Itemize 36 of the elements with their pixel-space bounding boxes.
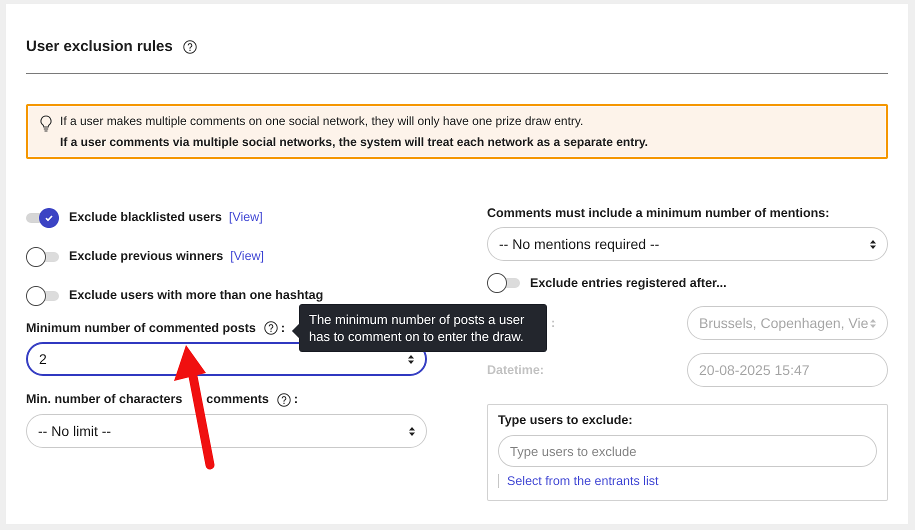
sort-arrows-icon bbox=[870, 240, 876, 249]
toggle-switch[interactable] bbox=[26, 286, 59, 306]
toggle-label: Exclude blacklisted users bbox=[69, 209, 222, 226]
field-label: Comments must include a minimum number of mentions: bbox=[487, 204, 830, 222]
select-field[interactable]: -- No mentions required -- bbox=[487, 227, 888, 262]
toggle-label: Exclude entries registered after... bbox=[530, 274, 727, 292]
entrants-list-link[interactable]: Select from the entrants list bbox=[507, 472, 658, 491]
notice-text: If a user comments via multiple social networks, the system will treat each network as a separate entry. bbox=[60, 134, 648, 150]
section-title: User exclusion rules bbox=[26, 37, 173, 57]
field-label: comments bbox=[206, 391, 269, 408]
toggle-label: Exclude users with more than one hashtag bbox=[69, 287, 324, 304]
sort-arrows-icon bbox=[408, 354, 414, 364]
view-link[interactable]: [View] bbox=[230, 247, 264, 266]
field-label: Minimum number of commented posts bbox=[26, 320, 256, 337]
help-icon bbox=[276, 392, 291, 407]
help-icon bbox=[264, 320, 278, 335]
view-link[interactable]: [View] bbox=[228, 208, 263, 227]
field-label: Type users to exclude: bbox=[498, 412, 634, 430]
sort-arrows-icon bbox=[409, 426, 415, 436]
select-field[interactable]: -- No limit -- bbox=[26, 414, 427, 448]
users-input-field[interactable]: Type users to exclude bbox=[498, 435, 877, 467]
label-colon: : bbox=[280, 320, 286, 336]
notice-text: If a user makes multiple comments on one social network, they will only have one prize draw entry. bbox=[60, 112, 584, 128]
check-icon bbox=[44, 212, 54, 222]
field-label: Min. number of characters bbox=[26, 391, 182, 408]
label-colon: : bbox=[294, 391, 298, 408]
lightbulb-icon bbox=[40, 114, 52, 132]
field-label: Datetime: bbox=[487, 362, 544, 379]
toggle-switch[interactable] bbox=[26, 208, 59, 228]
toggle-switch[interactable] bbox=[487, 273, 520, 294]
toggle-label: Exclude previous winners bbox=[69, 248, 224, 266]
help-icon bbox=[182, 40, 197, 54]
tooltip: The minimum number of posts a user has to comment on to enter the draw. bbox=[299, 304, 547, 352]
sort-arrows-icon bbox=[870, 318, 876, 328]
field-label: : bbox=[551, 314, 556, 332]
toggle-switch[interactable] bbox=[26, 246, 59, 266]
